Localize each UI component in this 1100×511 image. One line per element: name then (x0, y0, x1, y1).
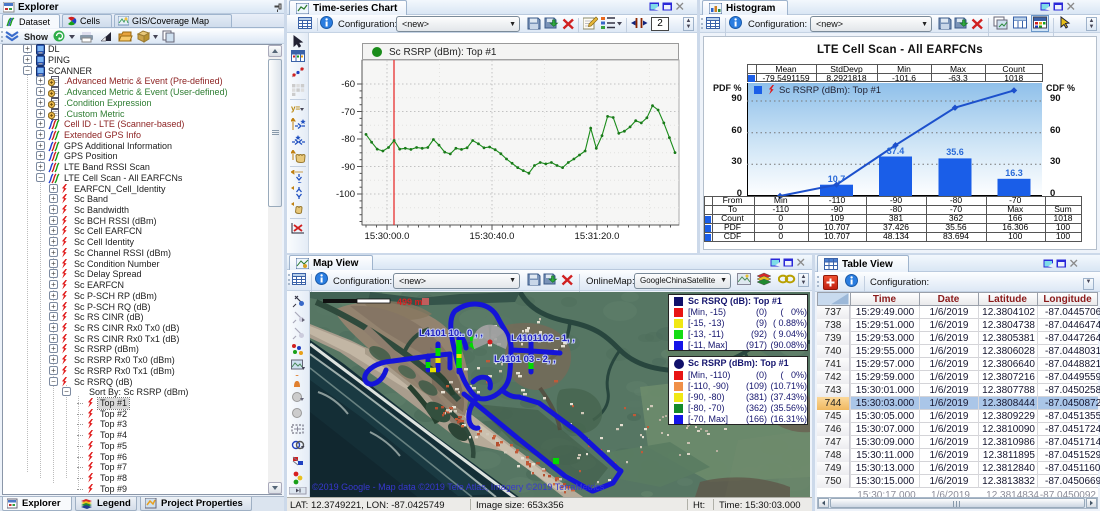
svg-text:499 m: 499 m (397, 297, 423, 307)
svg-text:L4101102 - 1, ,: L4101102 - 1, , (511, 333, 575, 344)
svg-text:©2019 Google - Map data ©2019: ©2019 Google - Map data ©2019 Tele Atlas… (312, 482, 605, 492)
svg-text:L4101 03 - 2, ,: L4101 03 - 2, , (494, 354, 556, 365)
svg-text:L4101 10.. 0 , ,: L4101 10.. 0 , , (419, 328, 483, 339)
